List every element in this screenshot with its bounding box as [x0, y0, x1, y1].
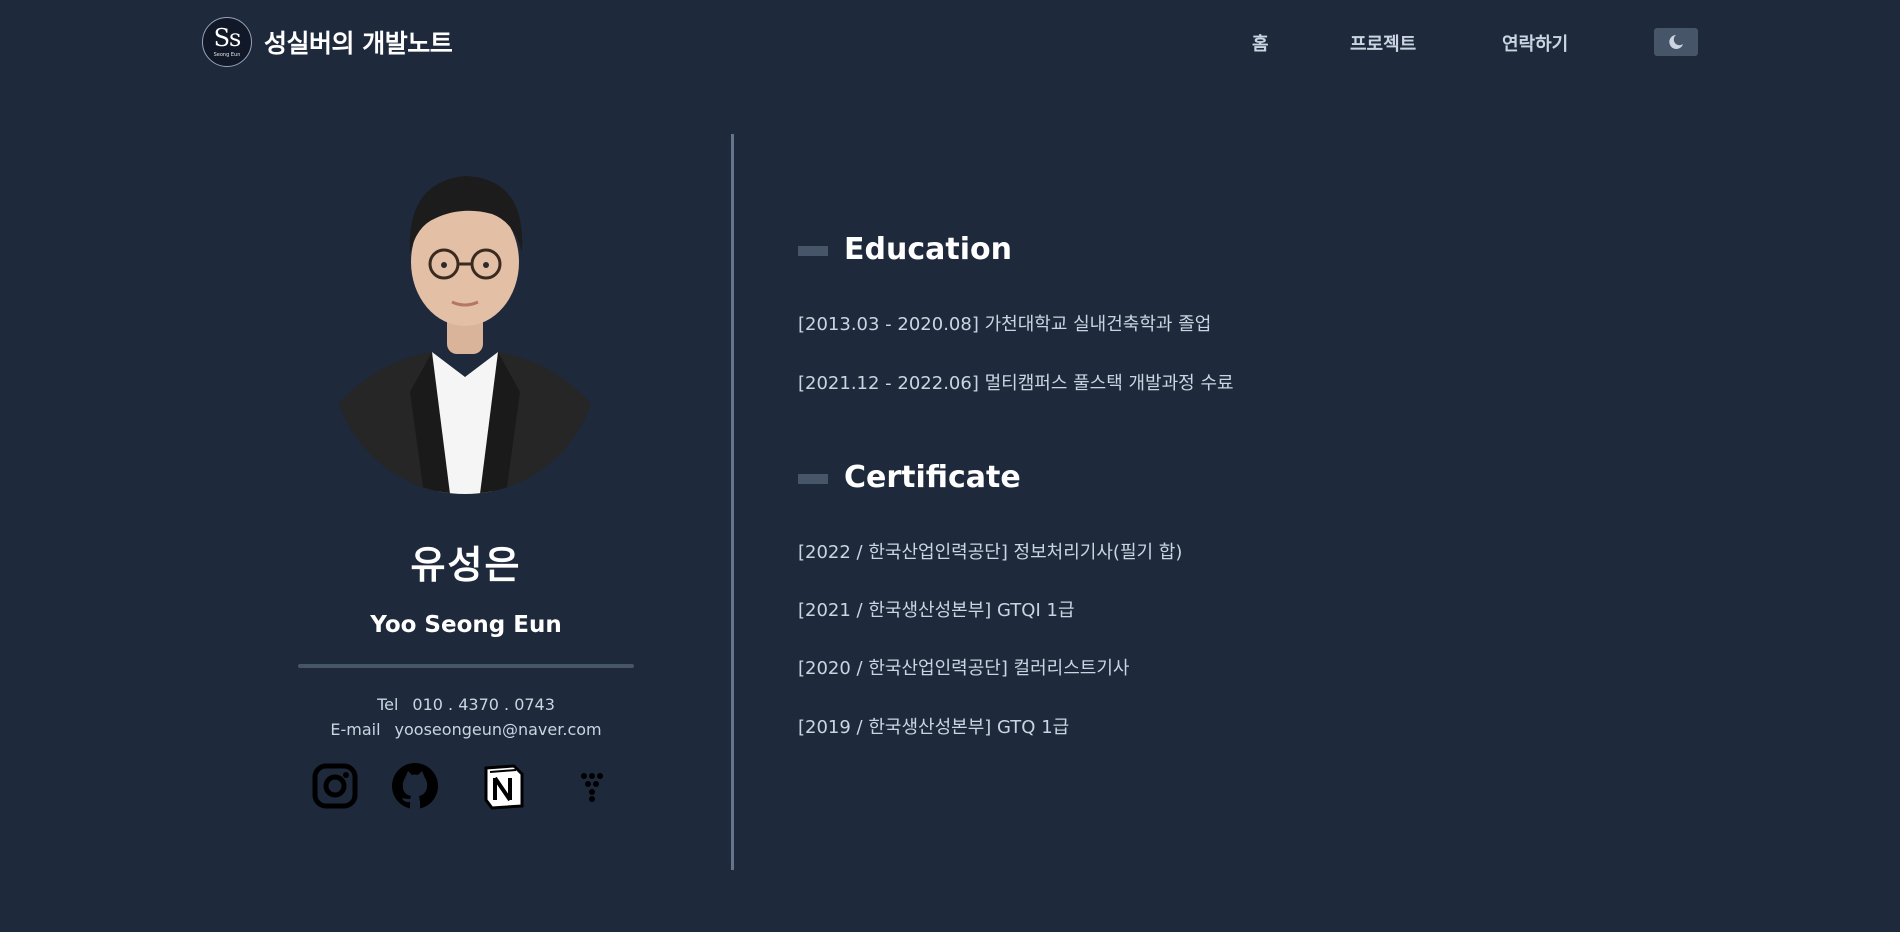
site-logo[interactable]: Ss Seong Eun	[202, 17, 252, 67]
moon-icon	[1669, 35, 1683, 49]
velog-icon[interactable]	[568, 762, 616, 810]
profile-photo	[332, 162, 598, 494]
tel-value: 010 . 4370 . 0743	[412, 695, 555, 714]
certificate-accent-bar	[798, 474, 828, 484]
education-item: [2021.12 - 2022.06] 멀티캠퍼스 풀스택 개발과정 수료	[798, 373, 1234, 394]
certificate-item: [2021 / 한국생산성본부] GTQI 1급	[798, 600, 1075, 621]
education-title: Education	[844, 232, 1012, 267]
github-icon[interactable]	[391, 762, 439, 810]
email-value[interactable]: yooseongeun@naver.com	[395, 720, 602, 739]
profile-name-english: Yoo Seong Eun	[370, 612, 562, 638]
nav-projects[interactable]: 프로젝트	[1350, 30, 1416, 56]
nav-home[interactable]: 홈	[1252, 30, 1269, 56]
email-label: E-mail	[330, 720, 381, 739]
certificate-item: [2019 / 한국생산성본부] GTQ 1급	[798, 717, 1070, 738]
instagram-icon[interactable]	[311, 762, 359, 810]
notion-icon[interactable]	[480, 762, 528, 810]
profile-divider	[298, 664, 634, 668]
tel-label: Tel	[377, 695, 399, 714]
contact-email: E-mail yooseongeun@naver.com	[300, 720, 632, 739]
certificate-item: [2020 / 한국산업인력공단] 컬러리스트기사	[798, 658, 1130, 679]
nav-contact[interactable]: 연락하기	[1502, 30, 1568, 56]
certificate-item: [2022 / 한국산업인력공단] 정보처리기사(필기 합)	[798, 542, 1183, 563]
logo-subtext: Seong Eun	[213, 52, 241, 58]
site-header: Ss Seong Eun 성실버의 개발노트 홈 프로젝트 연락하기	[0, 0, 1900, 84]
column-divider	[731, 134, 734, 870]
site-title[interactable]: 성실버의 개발노트	[264, 24, 453, 60]
education-accent-bar	[798, 246, 828, 256]
profile-name-korean: 유성은	[410, 543, 522, 587]
education-item: [2013.03 - 2020.08] 가천대학교 실내건축학과 졸업	[798, 314, 1212, 335]
logo-monogram: Ss	[213, 24, 242, 52]
contact-tel: Tel 010 . 4370 . 0743	[300, 695, 632, 714]
theme-toggle-button[interactable]	[1654, 28, 1698, 56]
certificate-title: Certificate	[844, 460, 1021, 495]
